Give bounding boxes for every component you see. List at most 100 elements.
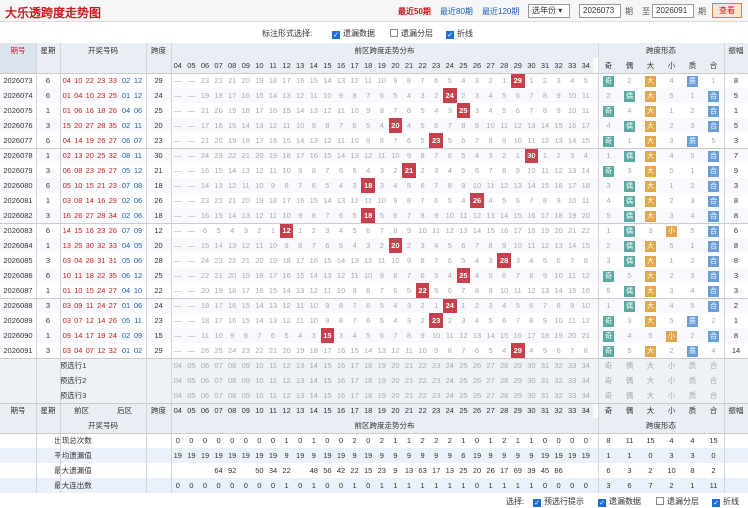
- preselect-form[interactable]: 质: [682, 373, 703, 388]
- preselect-number[interactable]: 16: [334, 373, 348, 388]
- preselect-form[interactable]: 小: [661, 358, 682, 373]
- from-period-input[interactable]: 2026073: [579, 4, 621, 18]
- preselect-form[interactable]: 偶: [619, 373, 640, 388]
- preselect-form[interactable]: 小: [661, 373, 682, 388]
- preselect-number[interactable]: 20: [389, 373, 403, 388]
- preselect-number[interactable]: 22: [416, 388, 430, 403]
- preselect-number[interactable]: 27: [484, 358, 498, 373]
- preselect-number[interactable]: 08: [225, 358, 239, 373]
- preselect-number[interactable]: 32: [552, 388, 566, 403]
- preselect-number[interactable]: 34: [579, 358, 593, 373]
- preselect-form[interactable]: 质: [682, 358, 703, 373]
- preselect-number[interactable]: 28: [497, 358, 511, 373]
- preselect-number[interactable]: 05: [185, 358, 199, 373]
- preselect-number[interactable]: 23: [429, 373, 443, 388]
- preselect-number[interactable]: 24: [443, 373, 457, 388]
- preselect-form[interactable]: 奇: [598, 373, 619, 388]
- option-miss-layer[interactable]: 遗漏分层: [390, 28, 433, 39]
- preselect-number[interactable]: 05: [185, 373, 199, 388]
- year-select[interactable]: 选年份 ▾: [528, 4, 570, 18]
- preselect-number[interactable]: 30: [525, 373, 539, 388]
- preselect-number[interactable]: 30: [525, 358, 539, 373]
- preselect-form[interactable]: 质: [682, 388, 703, 403]
- preselect-number[interactable]: 12: [280, 358, 294, 373]
- preselect-number[interactable]: 20: [389, 388, 403, 403]
- preselect-number[interactable]: 32: [552, 358, 566, 373]
- preselect-number[interactable]: 13: [293, 388, 307, 403]
- preselect-number[interactable]: 07: [212, 373, 226, 388]
- preselect-number[interactable]: 13: [293, 358, 307, 373]
- checkbox-icon[interactable]: [598, 499, 606, 507]
- preselect-number[interactable]: 25: [457, 373, 471, 388]
- preselect-number[interactable]: 24: [443, 358, 457, 373]
- preselect-number[interactable]: 31: [538, 358, 552, 373]
- preselect-number[interactable]: 17: [348, 388, 362, 403]
- option-polyline[interactable]: 折线: [446, 28, 473, 39]
- preselect-number[interactable]: 32: [552, 373, 566, 388]
- preselect-number[interactable]: 26: [470, 388, 484, 403]
- preselect-number[interactable]: 14: [307, 358, 321, 373]
- preselect-number[interactable]: 19: [375, 358, 389, 373]
- recent-50-link[interactable]: 最近50期: [398, 6, 431, 17]
- checkbox-icon[interactable]: [712, 499, 720, 507]
- preselect-number[interactable]: 33: [565, 358, 579, 373]
- preselect-number[interactable]: 19: [375, 373, 389, 388]
- option-miss-data[interactable]: 遗漏数据: [332, 28, 375, 39]
- preselect-number[interactable]: 18: [361, 358, 375, 373]
- preselect-number[interactable]: 20: [389, 358, 403, 373]
- preselect-number[interactable]: 14: [307, 388, 321, 403]
- preselect-number[interactable]: 21: [402, 358, 416, 373]
- preselect-number[interactable]: 15: [321, 388, 335, 403]
- preselect-form[interactable]: 大: [640, 373, 661, 388]
- footer-option-miss-layer[interactable]: 遗漏分层: [656, 496, 699, 507]
- preselect-number[interactable]: 31: [538, 388, 552, 403]
- preselect-number[interactable]: 17: [348, 358, 362, 373]
- preselect-number[interactable]: 10: [253, 358, 267, 373]
- preselect-number[interactable]: 05: [185, 388, 199, 403]
- preselect-number[interactable]: 24: [443, 388, 457, 403]
- preselect-number[interactable]: 09: [239, 388, 253, 403]
- preselect-form[interactable]: 奇: [598, 358, 619, 373]
- preselect-number[interactable]: 16: [334, 388, 348, 403]
- checkbox-icon[interactable]: [656, 497, 664, 505]
- preselect-number[interactable]: 18: [361, 373, 375, 388]
- preselect-number[interactable]: 06: [198, 358, 212, 373]
- preselect-number[interactable]: 10: [253, 388, 267, 403]
- preselect-number[interactable]: 28: [497, 388, 511, 403]
- footer-option-polyline[interactable]: 折线: [712, 496, 739, 507]
- preselect-form[interactable]: 小: [661, 388, 682, 403]
- preselect-number[interactable]: 11: [266, 358, 280, 373]
- preselect-number[interactable]: 30: [525, 388, 539, 403]
- recent-80-link[interactable]: 最近80期: [440, 6, 473, 17]
- preselect-number[interactable]: 10: [253, 373, 267, 388]
- preselect-form[interactable]: 合: [703, 388, 724, 403]
- preselect-number[interactable]: 27: [484, 388, 498, 403]
- preselect-number[interactable]: 33: [565, 373, 579, 388]
- preselect-number[interactable]: 28: [497, 373, 511, 388]
- checkbox-icon[interactable]: [390, 29, 398, 37]
- preselect-number[interactable]: 06: [198, 388, 212, 403]
- preselect-form[interactable]: 大: [640, 388, 661, 403]
- preselect-number[interactable]: 16: [334, 358, 348, 373]
- preselect-number[interactable]: 26: [470, 358, 484, 373]
- preselect-number[interactable]: 21: [402, 373, 416, 388]
- preselect-number[interactable]: 34: [579, 373, 593, 388]
- preselect-number[interactable]: 13: [293, 373, 307, 388]
- preselect-number[interactable]: 22: [416, 358, 430, 373]
- preselect-number[interactable]: 31: [538, 373, 552, 388]
- preselect-number[interactable]: 27: [484, 373, 498, 388]
- preselect-number[interactable]: 33: [565, 388, 579, 403]
- preselect-number[interactable]: 25: [457, 388, 471, 403]
- preselect-form[interactable]: 大: [640, 358, 661, 373]
- preselect-number[interactable]: 07: [212, 388, 226, 403]
- preselect-form[interactable]: 偶: [619, 388, 640, 403]
- checkbox-icon[interactable]: [533, 499, 541, 507]
- preselect-number[interactable]: 15: [321, 358, 335, 373]
- preselect-number[interactable]: 09: [239, 358, 253, 373]
- preselect-number[interactable]: 25: [457, 358, 471, 373]
- preselect-number[interactable]: 08: [225, 388, 239, 403]
- preselect-number[interactable]: 34: [579, 388, 593, 403]
- preselect-number[interactable]: 12: [280, 388, 294, 403]
- preselect-number[interactable]: 23: [429, 388, 443, 403]
- checkbox-icon[interactable]: [446, 31, 454, 39]
